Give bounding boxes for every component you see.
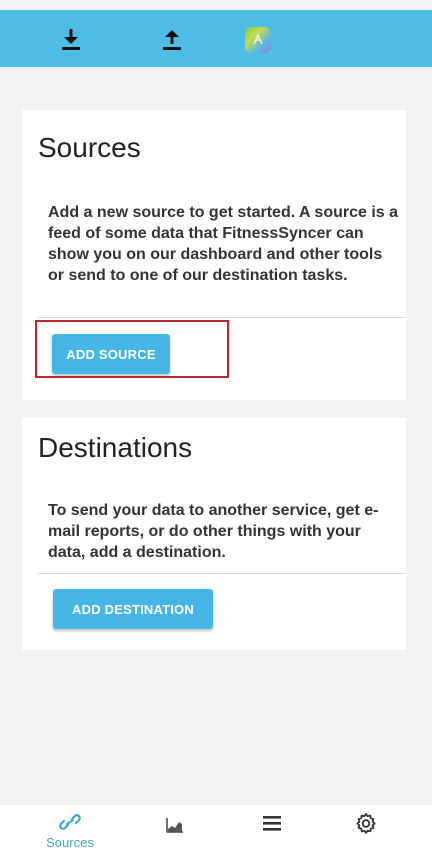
nav-label-sources: Sources [46,835,94,850]
nav-item-chart[interactable] [147,805,203,862]
app-logo-icon[interactable] [245,27,271,53]
link-icon [59,814,81,830]
upload-icon [163,29,181,50]
top-app-bar [0,10,432,67]
download-icon [62,28,80,50]
divider [38,317,406,318]
add-destination-button[interactable]: ADD DESTINATION [53,589,213,629]
destinations-card: Destinations To send your data to anothe… [22,418,406,650]
download-button[interactable] [56,10,86,67]
sources-description: Add a new source to get started. A sourc… [48,204,399,284]
highlight-box [35,320,229,378]
upload-button[interactable] [157,10,187,67]
bottom-navigation: Sources [0,805,432,862]
app-logo-glyph [253,33,263,45]
gear-icon [356,813,376,834]
divider [38,573,406,574]
nav-item-settings[interactable] [338,805,394,862]
destinations-description: To send your data to another service, ge… [48,502,379,561]
nav-item-menu[interactable] [244,805,300,862]
chart-icon [166,818,183,833]
sources-title: Sources [38,132,141,163]
nav-item-sources[interactable]: Sources [42,805,98,862]
destinations-title: Destinations [38,432,193,463]
menu-icon [263,816,281,831]
